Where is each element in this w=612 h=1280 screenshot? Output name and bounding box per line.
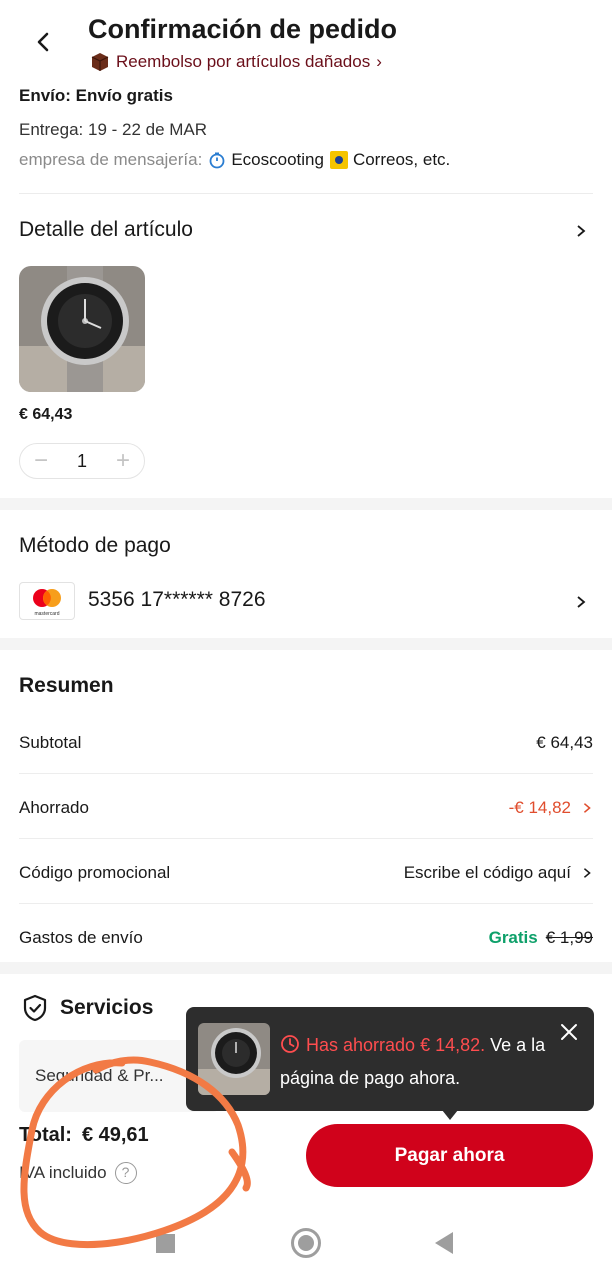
box-icon xyxy=(90,52,110,72)
header: Confirmación de pedido Reembolso por art… xyxy=(0,0,612,82)
total-row: Total: € 49,61 xyxy=(19,1124,149,1147)
toast-highlight: Has ahorrado € 14,82. xyxy=(306,1035,486,1055)
summary-row-saved[interactable]: Ahorrado -€ 14,82 xyxy=(19,774,593,839)
card-brand-label: mastercard xyxy=(34,611,59,617)
refund-link-label: Reembolso por artículos dañados xyxy=(116,52,371,71)
chevron-right-icon[interactable] xyxy=(574,595,588,609)
toast-pointer xyxy=(442,1110,458,1120)
section-separator xyxy=(0,498,612,510)
summary-title: Resumen xyxy=(19,674,114,697)
summary-row-subtotal: Subtotal € 64,43 xyxy=(19,709,593,774)
section-separator xyxy=(0,638,612,650)
promo-code-row[interactable]: Código promocional Escribe el código aqu… xyxy=(19,839,593,904)
toast-product-image xyxy=(198,1023,270,1095)
delivery-date: Entrega: 19 - 22 de MAR xyxy=(19,120,208,139)
product-image[interactable] xyxy=(19,266,145,392)
payment-method-title: Método de pago xyxy=(19,534,171,557)
payment-method-section[interactable]: Método de pago mastercard 5356 17****** … xyxy=(0,510,612,638)
shield-check-icon xyxy=(23,994,47,1022)
chevron-right-icon[interactable] xyxy=(574,224,588,238)
mastercard-icon: mastercard xyxy=(19,582,75,620)
promo-code-input[interactable]: Escribe el código aquí xyxy=(404,863,571,883)
shipping-old-price: € 1,99 xyxy=(545,928,593,947)
back-triangle-icon[interactable] xyxy=(435,1232,453,1254)
chevron-right-icon: › xyxy=(376,52,382,71)
page-title: Confirmación de pedido xyxy=(88,14,398,44)
item-detail-title: Detalle del artículo xyxy=(19,218,193,241)
card-number: 5356 17****** 8726 xyxy=(88,588,266,611)
recent-apps-icon[interactable] xyxy=(156,1234,175,1253)
clock-icon xyxy=(281,1035,299,1053)
courier-ecoscooting: Ecoscooting xyxy=(208,150,324,170)
quantity-stepper[interactable]: − 1 + xyxy=(19,443,145,479)
close-icon[interactable] xyxy=(560,1023,578,1041)
total-value: € 49,61 xyxy=(81,1124,149,1146)
shipping-info: Envío: Envío gratis Entrega: 19 - 22 de … xyxy=(19,86,593,169)
increase-button[interactable]: + xyxy=(116,449,130,473)
refund-link[interactable]: Reembolso por artículos dañados › xyxy=(90,52,382,72)
chevron-right-icon xyxy=(583,803,591,813)
section-separator xyxy=(0,962,612,974)
summary-row-shipping: Gastos de envío Gratis € 1,99 xyxy=(19,928,593,947)
savings-toast: Has ahorrado € 14,82. Ve a la página de … xyxy=(186,1007,594,1111)
correos-icon xyxy=(329,151,348,169)
item-detail-section[interactable]: Detalle del artículo € 64,43 − 1 + xyxy=(0,194,612,498)
chevron-right-icon xyxy=(583,868,591,878)
decrease-button[interactable]: − xyxy=(34,449,48,473)
stopwatch-icon xyxy=(209,152,225,169)
services-header[interactable]: Servicios xyxy=(22,994,153,1022)
quantity-value[interactable]: 1 xyxy=(77,451,87,472)
help-icon[interactable]: ? xyxy=(114,1162,137,1184)
services-title: Servicios xyxy=(60,996,154,1019)
system-nav-bar xyxy=(0,1210,612,1280)
item-price: € 64,43 xyxy=(19,406,73,423)
summary-section: Resumen Subtotal € 64,43 Ahorrado -€ 14,… xyxy=(0,650,612,962)
courier-correos: Correos, etc. xyxy=(329,150,450,170)
vat-row: IVA incluido ? xyxy=(19,1162,137,1184)
back-arrow-icon[interactable] xyxy=(30,28,58,56)
courier-label: empresa de mensajería: xyxy=(19,150,203,169)
toast-message: Has ahorrado € 14,82. Ve a la página de … xyxy=(280,1029,550,1095)
home-icon[interactable] xyxy=(291,1228,321,1258)
vat-label: IVA incluido xyxy=(19,1163,107,1182)
shipping-free-label: Gratis xyxy=(488,928,538,947)
checkout-bar: Total: € 49,61 IVA incluido ? Pagar ahor… xyxy=(0,1112,612,1210)
total-label: Total: xyxy=(19,1124,72,1146)
pay-now-button[interactable]: Pagar ahora xyxy=(306,1124,593,1187)
courier-row: empresa de mensajería: Ecoscooting Corre… xyxy=(19,150,450,170)
shipping-method: Envío: Envío gratis xyxy=(19,86,173,105)
